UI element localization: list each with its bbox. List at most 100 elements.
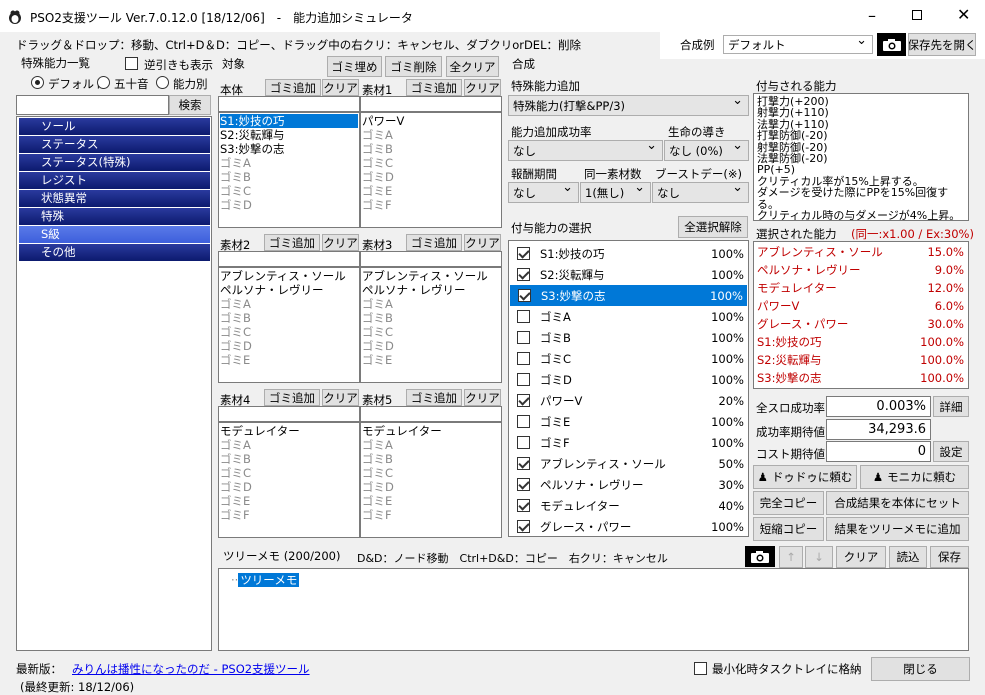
slot-list-item[interactable]: ゴミE [220, 353, 358, 367]
slot-input[interactable] [360, 406, 502, 422]
ability-row[interactable]: ゴミC 100% [509, 348, 748, 369]
category-list[interactable]: ソール ステータス ステータス(特殊) レジスト 状態異常 特殊 S級 その他 [16, 116, 212, 651]
category-item[interactable]: 特殊 [19, 208, 210, 225]
clear-all-button[interactable]: 全クリア [446, 56, 499, 77]
slot-input[interactable] [218, 96, 360, 112]
open-save-dir-button[interactable]: 保存先を開く [908, 33, 976, 56]
slot-list-item[interactable]: ゴミC [362, 325, 500, 339]
ability-row[interactable]: ゴミB 100% [509, 327, 748, 348]
radio-by-ability[interactable] [156, 76, 169, 89]
ability-checkbox[interactable] [517, 247, 530, 260]
ability-row[interactable]: ゴミD 100% [509, 369, 748, 390]
tree-node[interactable]: ·· ツリーメモ [231, 572, 300, 588]
clear-button[interactable]: クリア [322, 79, 359, 96]
short-copy-button[interactable]: 短縮コピー [753, 517, 824, 541]
slot-list-item[interactable]: ペルソナ・レヴリー [220, 283, 358, 297]
maximize-icon[interactable] [912, 10, 922, 20]
ability-row[interactable]: ゴミA 100% [509, 306, 748, 327]
slot-list-item[interactable]: ゴミD [220, 339, 358, 353]
slot-list-item[interactable]: ゴミD [220, 198, 358, 212]
add-junk-button[interactable]: ゴミ追加 [265, 79, 321, 96]
ability-checkbox[interactable] [517, 352, 530, 365]
radio-gojuon[interactable] [97, 76, 110, 89]
slot-input[interactable] [218, 406, 360, 422]
slot-list-item[interactable]: ゴミE [362, 494, 500, 508]
tree-memo[interactable]: ·· ツリーメモ [218, 568, 969, 651]
ability-row[interactable]: ペルソナ・レヴリー 30% [509, 474, 748, 495]
category-item[interactable]: S級 [19, 226, 210, 243]
slot-list-item[interactable]: ゴミA [362, 128, 500, 142]
close-button[interactable]: 閉じる [871, 657, 970, 681]
recipe-select[interactable]: デフォルト [723, 33, 873, 54]
slot-list-item[interactable]: ゴミB [220, 452, 358, 466]
slot-list-item[interactable]: ゴミE [362, 184, 500, 198]
ability-checkbox[interactable] [517, 268, 530, 281]
ability-row[interactable]: S3:妙撃の志 100% [510, 285, 747, 306]
slot-list-item[interactable]: アブレンティス・ソール [362, 269, 500, 283]
slot-list-item[interactable]: ゴミD [220, 480, 358, 494]
radio-default[interactable] [31, 76, 44, 89]
slot-list-item[interactable]: ゴミA [362, 438, 500, 452]
slot-list[interactable]: アブレンティス・ソール ペルソナ・レヴリー ゴミA ゴミB ゴミC ゴミD ゴミE [360, 267, 502, 383]
add-junk-button[interactable]: ゴミ追加 [406, 79, 462, 96]
ability-checkbox[interactable] [517, 457, 530, 470]
special-select[interactable]: 特殊能力(打撃&PP/3) [508, 93, 749, 116]
ability-checkbox[interactable] [517, 415, 530, 428]
slot-list[interactable]: パワーV ゴミA ゴミB ゴミC ゴミD ゴミE ゴミF [360, 112, 502, 228]
slot-list-item[interactable]: ゴミC [362, 156, 500, 170]
slot-list-item[interactable]: ゴミE [362, 353, 500, 367]
ability-checkbox[interactable] [517, 394, 530, 407]
category-item[interactable]: レジスト [19, 172, 210, 189]
search-button[interactable]: 検索 [169, 95, 211, 115]
clear-button[interactable]: クリア [322, 389, 359, 406]
slot-list-item[interactable]: S1:妙技の巧 [220, 114, 358, 128]
tree-save-button[interactable]: 保存 [930, 546, 969, 568]
category-item[interactable]: ソール [19, 118, 210, 135]
clear-button[interactable]: クリア [322, 234, 359, 251]
deselect-all-button[interactable]: 全選択解除 [678, 216, 748, 238]
ask-dododdo-button[interactable]: ♟ ドゥドゥに頼む [753, 465, 857, 489]
slot-list[interactable]: モデュレイター ゴミA ゴミB ゴミC ゴミD ゴミE ゴミF [360, 422, 502, 538]
tray-checkbox[interactable] [694, 662, 707, 675]
slot-list-item[interactable]: パワーV [362, 114, 500, 128]
slot-list[interactable]: モデュレイター ゴミA ゴミB ゴミC ゴミD ゴミE ゴミF [218, 422, 360, 538]
slot-list[interactable]: アブレンティス・ソール ペルソナ・レヴリー ゴミA ゴミB ゴミC ゴミD ゴミE [218, 267, 360, 383]
boost-select[interactable]: なし [652, 180, 749, 203]
slot-list-item[interactable]: ゴミB [362, 452, 500, 466]
rate-select[interactable]: なし [508, 138, 663, 161]
slot-list-item[interactable]: ゴミA [220, 297, 358, 311]
slot-list-item[interactable]: S3:妙撃の志 [220, 142, 358, 156]
ability-checkbox[interactable] [517, 478, 530, 491]
fill-junk-button[interactable]: ゴミ埋め [327, 56, 382, 77]
slot-list-item[interactable]: アブレンティス・ソール [220, 269, 358, 283]
set-to-body-button[interactable]: 合成結果を本体にセット [826, 491, 969, 515]
move-up-button[interactable]: ↑ [779, 546, 803, 568]
settings-button[interactable]: 設定 [933, 441, 969, 462]
slot-list-item[interactable]: ゴミF [362, 508, 500, 522]
ability-checklist[interactable]: S1:妙技の巧 100% S2:災転輝与 100% S3:妙撃の志 100% ゴ… [508, 240, 749, 537]
reverse-checkbox[interactable] [125, 57, 138, 70]
slot-list-item[interactable]: モデュレイター [220, 424, 358, 438]
ability-checkbox[interactable] [517, 310, 530, 323]
slot-list-item[interactable]: ゴミD [362, 339, 500, 353]
same-select[interactable]: 1(無し) [580, 180, 651, 203]
category-item[interactable]: その他 [19, 244, 210, 261]
category-item[interactable]: ステータス(特殊) [19, 154, 210, 171]
ability-checkbox[interactable] [517, 331, 530, 344]
slot-list-item[interactable]: ゴミA [362, 297, 500, 311]
ask-monica-button[interactable]: ♟ モニカに頼む [860, 465, 969, 489]
slot-list-item[interactable]: ゴミB [220, 311, 358, 325]
ability-checkbox[interactable] [517, 436, 530, 449]
close-icon[interactable]: ✕ [957, 5, 970, 24]
ability-row[interactable]: グレース・パワー 100% [509, 516, 748, 537]
slot-list-item[interactable]: ゴミE [220, 494, 358, 508]
slot-list-item[interactable]: ペルソナ・レヴリー [362, 283, 500, 297]
minimize-icon[interactable]: – [868, 6, 876, 25]
move-down-button[interactable]: ↓ [805, 546, 833, 568]
ability-checkbox[interactable] [518, 289, 531, 302]
slot-list-item[interactable]: S2:災転輝与 [220, 128, 358, 142]
slot-list-item[interactable]: ゴミC [220, 325, 358, 339]
ability-checkbox[interactable] [517, 520, 530, 533]
slot-list-item[interactable]: モデュレイター [362, 424, 500, 438]
detail-button[interactable]: 詳細 [933, 396, 969, 417]
